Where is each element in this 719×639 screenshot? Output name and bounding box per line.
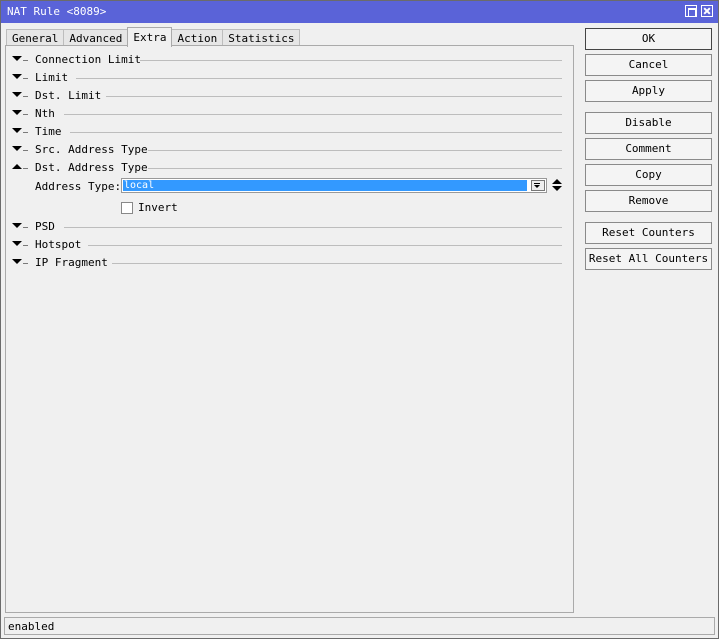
status-bar: enabled [4, 617, 715, 635]
expand-arrow-icon[interactable] [12, 128, 22, 133]
divider [64, 114, 562, 115]
expand-arrow-icon[interactable] [12, 92, 22, 97]
expand-arrow-icon[interactable] [12, 241, 22, 246]
disable-button[interactable]: Disable [585, 112, 712, 134]
address-type-value[interactable]: local [123, 180, 527, 191]
section-label: Connection Limit [35, 53, 141, 66]
section-nth[interactable]: Nth [9, 107, 562, 121]
section-label: Limit [35, 71, 69, 84]
reset-all-counters-button[interactable]: Reset All Counters [585, 248, 712, 270]
expand-arrow-icon[interactable] [12, 259, 22, 264]
close-icon[interactable] [701, 5, 713, 17]
divider [148, 168, 562, 169]
dropdown-arrow-icon[interactable] [531, 180, 545, 191]
divider [106, 96, 562, 97]
section-label: Dst. Address Type [35, 161, 148, 174]
add-remove-field-icon[interactable] [552, 178, 562, 193]
section-label: Time [35, 125, 62, 138]
comment-button[interactable]: Comment [585, 138, 712, 160]
expand-arrow-icon[interactable] [12, 74, 22, 79]
section-psd[interactable]: PSD [9, 220, 562, 234]
arrow-up-icon[interactable] [552, 179, 562, 184]
section-connection-limit[interactable]: Connection Limit [9, 53, 562, 67]
tab-extra[interactable]: Extra [127, 27, 173, 47]
section-ip-fragment[interactable]: IP Fragment [9, 256, 562, 270]
divider [140, 60, 562, 61]
divider [148, 150, 562, 151]
expand-arrow-icon[interactable] [12, 223, 22, 228]
divider [76, 78, 562, 79]
section-limit[interactable]: Limit [9, 71, 562, 85]
arrow-down-icon[interactable] [552, 186, 562, 191]
title-bar[interactable]: NAT Rule <8089> [1, 1, 718, 23]
divider [112, 263, 562, 264]
section-time[interactable]: Time [9, 125, 562, 139]
apply-button[interactable]: Apply [585, 80, 712, 102]
expand-arrow-icon[interactable] [12, 56, 22, 61]
address-type-select[interactable]: local [121, 178, 547, 193]
tab-bar: General Advanced Extra Action Statistics [6, 27, 301, 47]
expand-arrow-icon[interactable] [12, 110, 22, 115]
invert-checkbox[interactable] [121, 202, 133, 214]
ok-button[interactable]: OK [585, 28, 712, 50]
remove-button[interactable]: Remove [585, 190, 712, 212]
invert-label: Invert [138, 201, 178, 214]
section-label: Nth [35, 107, 55, 120]
status-text: enabled [8, 620, 55, 633]
section-dst-limit[interactable]: Dst. Limit [9, 89, 562, 103]
section-label: Dst. Limit [35, 89, 102, 102]
window-title: NAT Rule <8089> [7, 5, 107, 18]
section-label: PSD [35, 220, 55, 233]
section-dst-address-type[interactable]: Dst. Address Type [9, 161, 562, 175]
reset-counters-button[interactable]: Reset Counters [585, 222, 712, 244]
section-src-address-type[interactable]: Src. Address Type [9, 143, 562, 157]
divider [70, 132, 562, 133]
section-hotspot[interactable]: Hotspot [9, 238, 562, 252]
section-label: Src. Address Type [35, 143, 148, 156]
cancel-button[interactable]: Cancel [585, 54, 712, 76]
section-label: Hotspot [35, 238, 82, 251]
maximize-icon[interactable] [685, 5, 697, 17]
expand-arrow-icon[interactable] [12, 146, 22, 151]
collapse-arrow-icon[interactable] [12, 164, 22, 169]
address-type-label: Address Type: [35, 180, 122, 193]
section-label: IP Fragment [35, 256, 108, 269]
divider [64, 227, 562, 228]
copy-button[interactable]: Copy [585, 164, 712, 186]
nat-rule-window: NAT Rule <8089> General Advanced Extra A… [0, 0, 719, 639]
divider [88, 245, 562, 246]
